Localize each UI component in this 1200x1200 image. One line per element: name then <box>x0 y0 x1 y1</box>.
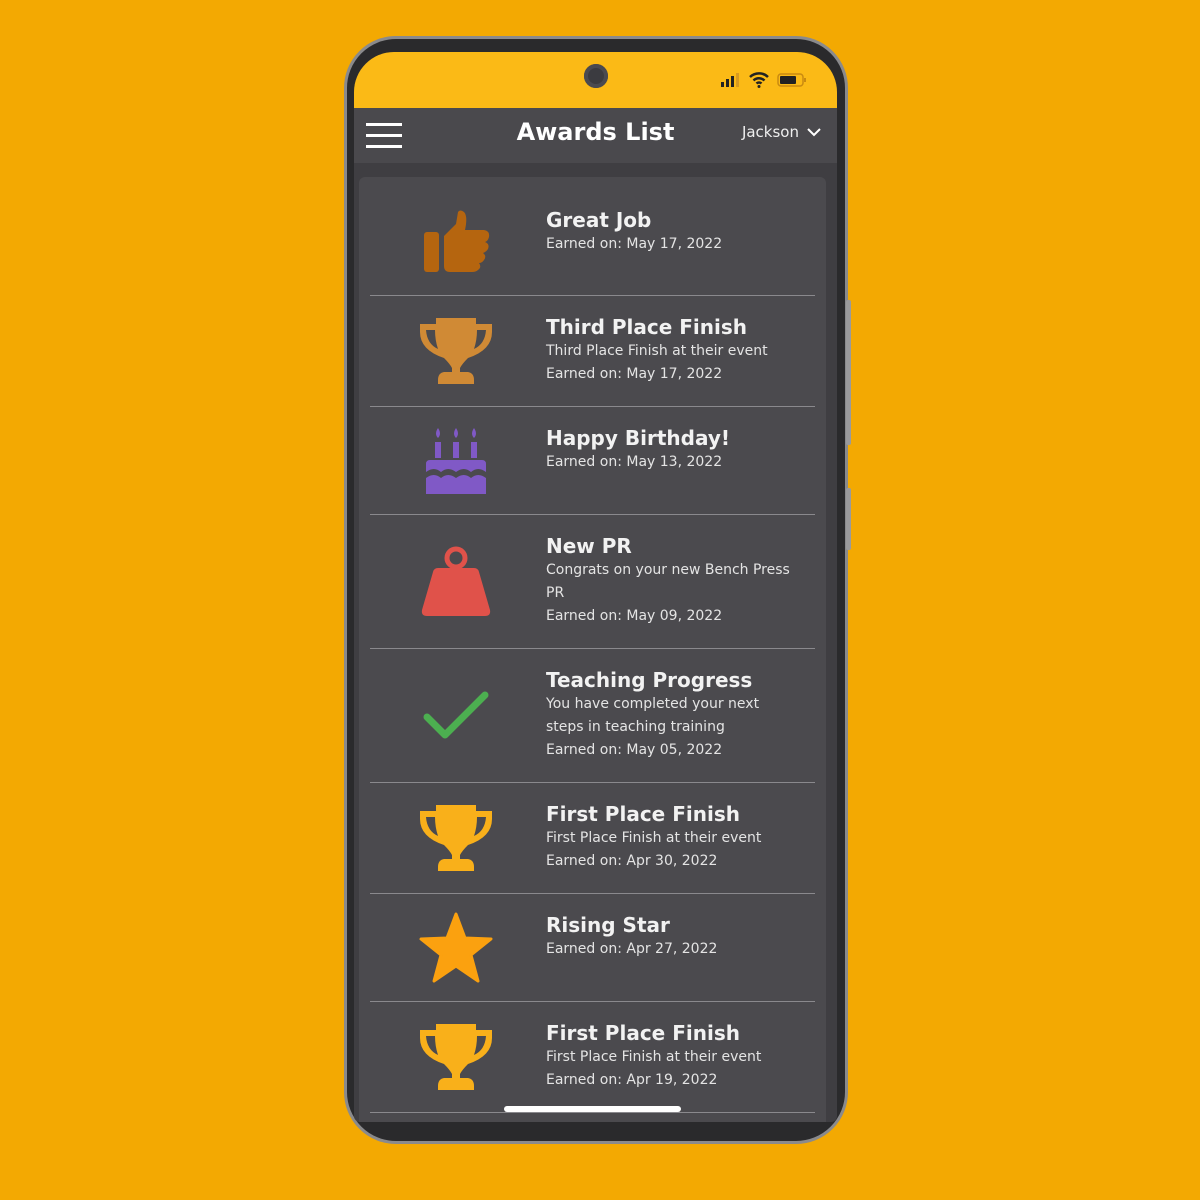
star-icon <box>416 908 496 988</box>
wifi-icon <box>749 72 769 88</box>
award-item[interactable]: Happy Birthday! Earned on: May 13, 2022 <box>370 407 815 515</box>
award-earned-date: Earned on: Apr 19, 2022 <box>546 1072 718 1088</box>
thumbs-up-icon <box>416 202 496 282</box>
user-dropdown[interactable]: Jackson <box>742 123 821 141</box>
award-earned-date: Earned on: May 17, 2022 <box>546 236 723 252</box>
camera-icon <box>584 64 608 88</box>
award-item[interactable]: New PR Congrats on your new Bench Press … <box>370 515 815 649</box>
award-title: New PR <box>546 534 632 558</box>
award-earned-date: Earned on: Apr 27, 2022 <box>546 941 718 957</box>
volume-button <box>846 300 851 445</box>
award-description: First Place Finish at their event <box>546 1049 762 1065</box>
award-item[interactable]: Third Place Finish Third Place Finish at… <box>370 296 815 407</box>
award-title: Teaching Progress <box>546 668 753 692</box>
award-item[interactable]: Great Job Earned on: May 17, 2022 <box>370 189 815 296</box>
power-button <box>846 488 851 550</box>
award-title: Happy Birthday! <box>546 426 730 450</box>
award-item[interactable]: Teaching Progress You have completed you… <box>370 649 815 783</box>
award-title: Rising Star <box>546 913 670 937</box>
user-name: Jackson <box>741 123 799 141</box>
award-item[interactable]: First Place Finish First Place Finish at… <box>370 1002 815 1113</box>
award-description: Third Place Finish at their event <box>546 343 768 359</box>
trophy-icon <box>416 311 496 391</box>
award-description: First Place Finish at their event <box>546 830 762 846</box>
status-bar <box>354 52 837 108</box>
award-title: First Place Finish <box>546 1021 740 1045</box>
award-earned-date: Earned on: May 13, 2022 <box>546 454 723 470</box>
award-title: Great Job <box>546 208 652 232</box>
weight-icon <box>416 542 496 622</box>
award-description: Congrats on your new Bench Press PR <box>546 562 790 601</box>
award-earned-date: Earned on: May 09, 2022 <box>546 608 723 624</box>
award-title: Third Place Finish <box>546 315 748 339</box>
award-item[interactable]: Rising Star Earned on: Apr 27, 2022 <box>370 894 815 1002</box>
home-indicator[interactable] <box>504 1106 681 1112</box>
signal-icon <box>721 73 739 87</box>
award-earned-date: Earned on: May 05, 2022 <box>546 742 723 758</box>
trophy-icon <box>416 1017 496 1097</box>
trophy-icon <box>416 798 496 878</box>
award-item[interactable]: First Place Finish First Place Finish at… <box>370 783 815 894</box>
birthday-cake-icon <box>416 421 496 501</box>
app-header: Awards List Jackson <box>354 108 837 163</box>
award-earned-date: Earned on: Apr 30, 2022 <box>546 853 718 869</box>
award-description: You have completed your next steps in te… <box>546 696 760 735</box>
award-earned-date: Earned on: May 17, 2022 <box>546 366 723 382</box>
checkmark-icon <box>416 676 496 756</box>
battery-icon <box>777 73 806 87</box>
screen: Awards List Jackson Great Job Earned on:… <box>354 52 837 1122</box>
awards-list: Great Job Earned on: May 17, 2022 Third … <box>359 177 826 1122</box>
chevron-down-icon <box>807 127 821 136</box>
award-title: First Place Finish <box>546 802 740 826</box>
